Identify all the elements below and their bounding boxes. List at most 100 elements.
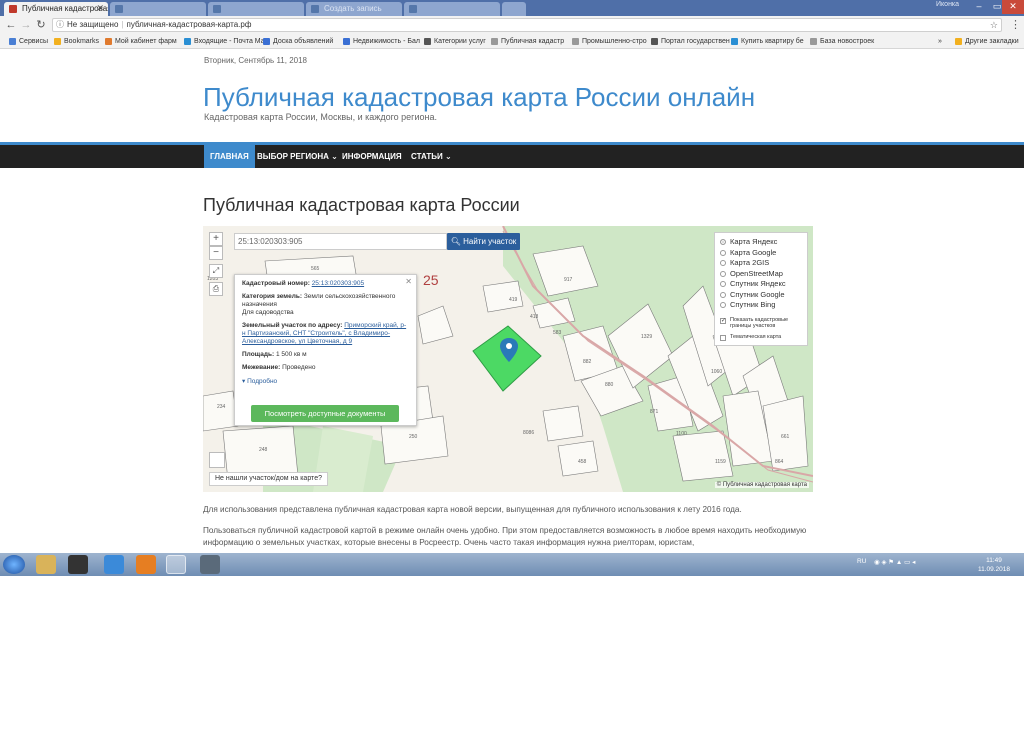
radio-icon[interactable] [720, 260, 726, 266]
bookmark-item[interactable]: Сервисы [9, 38, 48, 45]
layer-label: Спутник Google [730, 289, 785, 299]
close-window-icon[interactable]: ✕ [1002, 0, 1024, 14]
inactive-tab-2[interactable] [208, 2, 304, 16]
plot-number: 8086 [523, 430, 535, 436]
radio-icon[interactable] [720, 270, 726, 277]
fullscreen-icon[interactable]: ⤢ [209, 264, 223, 278]
cadastral-search-input[interactable]: 25:13:020303:905 [234, 233, 447, 250]
radio-icon[interactable] [720, 302, 726, 308]
reload-icon[interactable]: ↻ [34, 18, 48, 32]
explorer-icon[interactable] [36, 555, 56, 574]
bookmark-label: Публичная кадастр [501, 38, 565, 45]
bookmark-label: Сервисы [19, 38, 49, 45]
screen: Публичная кадастровая к ✕ Создать запись… [0, 0, 1024, 576]
layer-option[interactable]: Спутник Bing [720, 300, 802, 311]
layer-label: Карта 2GIS [730, 258, 770, 267]
forward-icon[interactable]: → [19, 18, 33, 32]
inactive-tab-4[interactable] [404, 2, 500, 16]
radio-icon[interactable] [720, 291, 726, 298]
other-bookmarks[interactable]: Другие закладки [955, 38, 1019, 45]
inactive-tab-1[interactable] [110, 2, 206, 16]
site-title[interactable]: Публичная кадастровая карта России онлай… [203, 82, 755, 113]
layer-option[interactable]: Спутник Google [720, 290, 802, 301]
nav-home[interactable]: ГЛАВНАЯ [204, 145, 255, 168]
language-indicator[interactable]: RU [857, 558, 866, 565]
details-link: Подробно [247, 378, 278, 385]
nav-info[interactable]: ИНФОРМАЦИЯ [336, 145, 408, 168]
tray-icons[interactable]: ◉ ◈ ⚑ ▲ ▭ ◂ [874, 558, 915, 566]
bookmark-favicon-icon [263, 38, 270, 45]
inactive-tab-3[interactable]: Создать запись [306, 2, 402, 16]
start-button-icon[interactable] [3, 555, 25, 574]
tab-close-icon[interactable]: ✕ [96, 3, 104, 14]
nav-articles[interactable]: СТАТЬИ ⌄ [405, 145, 458, 168]
zoom-out-button[interactable]: − [209, 246, 223, 260]
thematic-map-checkbox[interactable]: Тематическая карта [720, 334, 802, 341]
url-text: публичная-кадастровая-карта.рф [126, 20, 252, 29]
land-use-value: Для садоводства [242, 309, 294, 316]
plot-number: 248 [259, 447, 268, 453]
popup-close-icon[interactable]: ✕ [405, 277, 412, 286]
view-documents-button[interactable]: Посмотреть доступные документы [251, 405, 399, 422]
cadastral-map[interactable]: 565 1203 419 418 917 583 882 880 1329 10… [203, 226, 813, 492]
bookmark-label: База новостроек [820, 38, 875, 45]
bookmark-item[interactable]: Купить квартиру бе [731, 38, 804, 45]
ie-icon[interactable] [104, 555, 124, 574]
details-toggle[interactable]: ▾ Подробно [242, 377, 409, 385]
layer-option[interactable]: Карта Яндекс [720, 237, 802, 248]
bookmarks-overflow-icon[interactable]: » [938, 38, 942, 45]
layer-option[interactable]: OpenStreetMap [720, 269, 802, 280]
bookmark-label: Bookmarks [64, 38, 100, 45]
layers-toggle-icon[interactable] [209, 452, 225, 468]
plot-number: 880 [605, 382, 614, 388]
layer-option[interactable]: Спутник Яндекс [720, 279, 802, 290]
bookmark-item[interactable]: Публичная кадастр [491, 38, 564, 45]
firefox-icon[interactable] [136, 555, 156, 574]
not-found-link[interactable]: Не нашли участок/дом на карте? [209, 472, 328, 486]
plot-number: 882 [583, 359, 592, 365]
browser-menu-icon[interactable]: ⋮ [1010, 18, 1021, 32]
plot-number: 583 [553, 330, 562, 336]
info-icon[interactable]: ⓘ [56, 19, 64, 31]
bookmark-label: Мой кабинет фарм [115, 38, 177, 45]
profile-label[interactable]: Иконка [936, 1, 959, 8]
bookmark-star-icon[interactable]: ☆ [990, 19, 998, 31]
layer-option[interactable]: Карта 2GIS [720, 258, 802, 269]
bookmark-item[interactable]: Bookmarks [54, 38, 99, 45]
bookmark-item[interactable]: Доска объявлений [263, 38, 333, 45]
radio-icon[interactable] [720, 281, 726, 287]
radio-icon[interactable] [720, 239, 726, 245]
app-icon[interactable] [200, 555, 220, 574]
zoom-in-button[interactable]: + [209, 232, 223, 246]
bookmark-item[interactable]: Категории услуг [424, 38, 486, 45]
show-borders-checkbox[interactable]: ✓ Показать кадастровые границы участков [720, 317, 802, 330]
nav-select-region[interactable]: ВЫБОР РЕГИОНА ⌄ [251, 145, 344, 168]
active-tab[interactable]: Публичная кадастровая к ✕ [4, 2, 108, 16]
survey-value: Проведено [282, 364, 316, 371]
print-icon[interactable]: ⎙ [209, 282, 223, 296]
taskbar-clock[interactable]: 11:49 11.09.2018 [978, 556, 1010, 574]
find-plot-button[interactable]: 🔍︎ Найти участок [447, 233, 520, 250]
checkbox-icon[interactable]: ✓ [720, 317, 726, 324]
plot-number: 871 [650, 409, 659, 415]
bookmark-item[interactable]: Входящие - Почта Ма [184, 38, 265, 45]
bookmark-label: Промышленно-стро [582, 38, 647, 45]
new-tab-button[interactable] [502, 2, 526, 16]
media-player-icon[interactable] [68, 555, 88, 574]
back-icon[interactable]: ← [4, 18, 18, 32]
bookmark-item[interactable]: Портал государствен [651, 38, 730, 45]
bookmark-item[interactable]: Промышленно-стро [572, 38, 647, 45]
address-bar[interactable]: ⓘ Не защищено | публичная-кадастровая-карт… [52, 18, 1002, 32]
caret-down-icon: ▾ [242, 378, 246, 385]
bookmark-favicon-icon [572, 38, 579, 45]
chrome-icon[interactable] [166, 555, 186, 574]
find-plot-label: Найти участок [463, 237, 517, 246]
cad-number-link[interactable]: 25:13:020303:905 [312, 280, 364, 287]
plot-number: 1100 [676, 431, 687, 437]
bookmark-item[interactable]: Недвижимость - Бал [343, 38, 420, 45]
checkbox-icon[interactable] [720, 334, 726, 341]
radio-icon[interactable] [720, 249, 726, 256]
bookmark-item[interactable]: База новостроек [810, 38, 874, 45]
layer-option[interactable]: Карта Google [720, 248, 802, 259]
bookmark-item[interactable]: Мой кабинет фарм [105, 38, 177, 45]
